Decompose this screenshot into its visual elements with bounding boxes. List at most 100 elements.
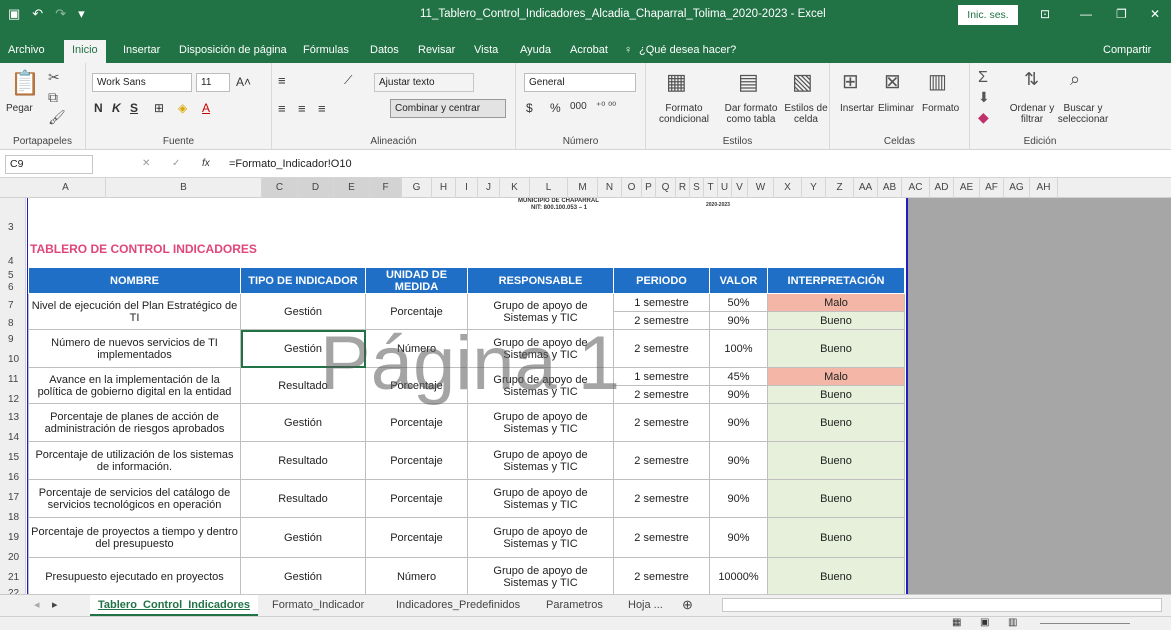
indicator-unit-cell[interactable]: Porcentaje bbox=[365, 403, 468, 442]
conditional-format-button[interactable]: Formato condicional bbox=[652, 103, 716, 125]
tab-ayuda[interactable]: Ayuda bbox=[520, 44, 551, 56]
number-format-select[interactable]: General bbox=[524, 73, 636, 92]
indicator-unit-cell[interactable]: Porcentaje bbox=[365, 479, 468, 518]
column-header[interactable]: W bbox=[748, 178, 774, 198]
worksheet-grid[interactable]: MUNICIPIO DE CHAPARRAL NIT: 800.100.053 … bbox=[26, 198, 906, 594]
sort-filter-button[interactable]: Ordenar y filtrar bbox=[1008, 103, 1056, 125]
indicator-unit-cell[interactable]: Porcentaje bbox=[365, 517, 468, 558]
horizontal-scrollbar[interactable] bbox=[722, 598, 1162, 612]
column-header[interactable]: B bbox=[106, 178, 262, 198]
row-header[interactable]: 16 bbox=[0, 472, 26, 483]
period-cell[interactable]: 2 semestre bbox=[613, 403, 710, 442]
align-right-icon[interactable]: ≡ bbox=[318, 101, 326, 116]
value-cell[interactable]: 90% bbox=[709, 311, 768, 330]
column-header[interactable]: Y bbox=[802, 178, 826, 198]
indicator-name-cell[interactable]: Porcentaje de planes de acción de admini… bbox=[28, 403, 241, 442]
indicator-name-cell[interactable]: Porcentaje de utilización de los sistema… bbox=[28, 441, 241, 480]
sign-in-button[interactable]: Inic. ses. bbox=[958, 5, 1018, 25]
align-top-icon[interactable]: ≡ bbox=[278, 73, 286, 88]
align-center-icon[interactable]: ≡ bbox=[298, 101, 306, 116]
find-select-button[interactable]: Buscar y seleccionar bbox=[1056, 103, 1110, 125]
row-header[interactable]: 4 bbox=[0, 256, 26, 267]
close-icon[interactable]: ✕ bbox=[1150, 7, 1160, 21]
column-header[interactable]: N bbox=[598, 178, 622, 198]
page-layout-icon[interactable]: ▣ bbox=[980, 617, 989, 628]
orientation-icon[interactable]: ⟋ bbox=[344, 73, 352, 88]
row-header[interactable]: 13 bbox=[0, 412, 26, 423]
next-sheet-icon[interactable]: ▸ bbox=[44, 595, 66, 616]
fill-color-icon[interactable]: ◈ bbox=[178, 101, 187, 115]
formula-input[interactable]: =Formato_Indicador!O10 bbox=[229, 158, 352, 170]
row-header[interactable]: 20 bbox=[0, 552, 26, 563]
indicator-type-cell[interactable]: Resultado bbox=[240, 367, 366, 404]
column-header[interactable]: AG bbox=[1004, 178, 1030, 198]
column-header[interactable]: A bbox=[26, 178, 106, 198]
grow-font-icon[interactable]: A˄ bbox=[236, 75, 251, 89]
column-header[interactable]: I bbox=[456, 178, 478, 198]
row-header[interactable]: 9 bbox=[0, 334, 26, 345]
column-header[interactable]: C bbox=[262, 178, 298, 198]
column-header[interactable]: F bbox=[370, 178, 402, 198]
indicator-type-cell[interactable]: Gestión bbox=[240, 403, 366, 442]
period-cell[interactable]: 2 semestre bbox=[613, 557, 710, 594]
column-header[interactable]: K bbox=[500, 178, 530, 198]
indicator-responsible-cell[interactable]: Grupo de apoyo de Sistemas y TIC bbox=[467, 517, 614, 558]
indicator-type-cell[interactable]: Gestión bbox=[240, 557, 366, 594]
indicator-responsible-cell[interactable]: Grupo de apoyo de Sistemas y TIC bbox=[467, 293, 614, 330]
indicator-type-cell[interactable]: Resultado bbox=[240, 479, 366, 518]
indicator-responsible-cell[interactable]: Grupo de apoyo de Sistemas y TIC bbox=[467, 479, 614, 518]
insert-button[interactable]: Insertar bbox=[840, 103, 874, 114]
row-header[interactable]: 10 bbox=[0, 354, 26, 365]
value-cell[interactable]: 50% bbox=[709, 293, 768, 312]
row-header[interactable]: 18 bbox=[0, 512, 26, 523]
row-header[interactable]: 21 bbox=[0, 572, 26, 583]
sheet-tab-formato[interactable]: Formato_Indicador bbox=[264, 595, 372, 616]
column-header[interactable]: L bbox=[530, 178, 568, 198]
tab-vista[interactable]: Vista bbox=[474, 44, 498, 56]
indicator-name-cell[interactable]: Nivel de ejecución del Plan Estratégico … bbox=[28, 293, 241, 330]
copy-icon[interactable]: ⧉ bbox=[48, 89, 58, 106]
column-header[interactable]: Z bbox=[826, 178, 854, 198]
indicator-name-cell[interactable]: Avance en la implementación de la políti… bbox=[28, 367, 241, 404]
zoom-slider[interactable] bbox=[1040, 623, 1130, 624]
cut-icon[interactable]: ✂ bbox=[48, 69, 60, 86]
save-icon[interactable]: ▣ bbox=[8, 6, 20, 22]
row-header[interactable]: 19 bbox=[0, 532, 26, 543]
row-header[interactable]: 17 bbox=[0, 492, 26, 503]
autosum-icon[interactable]: Σ bbox=[978, 69, 988, 87]
minimize-icon[interactable]: — bbox=[1080, 7, 1092, 21]
value-cell[interactable]: 90% bbox=[709, 403, 768, 442]
sheet-tab-predefinidos[interactable]: Indicadores_Predefinidos bbox=[388, 595, 528, 616]
value-cell[interactable]: 10000% bbox=[709, 557, 768, 594]
delete-button[interactable]: Eliminar bbox=[878, 103, 914, 114]
normal-view-icon[interactable]: ▦ bbox=[952, 617, 961, 628]
column-header[interactable]: AH bbox=[1030, 178, 1058, 198]
customize-icon[interactable]: ▾ bbox=[78, 6, 85, 22]
interpretation-cell[interactable]: Bueno bbox=[767, 385, 905, 404]
row-header[interactable]: 12 bbox=[0, 394, 26, 405]
value-cell[interactable]: 90% bbox=[709, 517, 768, 558]
interpretation-cell[interactable]: Bueno bbox=[767, 479, 905, 518]
tab-formulas[interactable]: Fórmulas bbox=[303, 44, 349, 56]
tab-datos[interactable]: Datos bbox=[370, 44, 399, 56]
indicator-name-cell[interactable]: Porcentaje de proyectos a tiempo y dentr… bbox=[28, 517, 241, 558]
column-header[interactable]: E bbox=[334, 178, 370, 198]
tab-inicio[interactable]: Inicio bbox=[64, 40, 106, 63]
interpretation-cell[interactable]: Malo bbox=[767, 293, 905, 312]
format-cells-icon[interactable]: ▥ bbox=[928, 69, 947, 94]
column-header[interactable]: AB bbox=[878, 178, 902, 198]
format-button[interactable]: Formato bbox=[922, 103, 959, 114]
indicator-type-cell[interactable]: Gestión bbox=[240, 517, 366, 558]
paste-button[interactable]: Pegar bbox=[6, 103, 33, 114]
cancel-icon[interactable]: ✕ bbox=[142, 158, 150, 169]
delete-cells-icon[interactable]: ⊠ bbox=[884, 69, 901, 94]
indicator-responsible-cell[interactable]: Grupo de apoyo de Sistemas y TIC bbox=[467, 367, 614, 404]
clear-icon[interactable]: ◆ bbox=[978, 109, 989, 126]
tab-disposicion[interactable]: Disposición de página bbox=[179, 44, 287, 56]
interpretation-cell[interactable]: Bueno bbox=[767, 557, 905, 594]
sort-filter-icon[interactable]: ⇅ bbox=[1024, 69, 1039, 90]
interpretation-cell[interactable]: Bueno bbox=[767, 403, 905, 442]
fill-icon[interactable]: ⬇ bbox=[978, 89, 990, 106]
row-header[interactable]: 6 bbox=[0, 282, 26, 293]
wrap-text-button[interactable]: Ajustar texto bbox=[374, 73, 474, 92]
